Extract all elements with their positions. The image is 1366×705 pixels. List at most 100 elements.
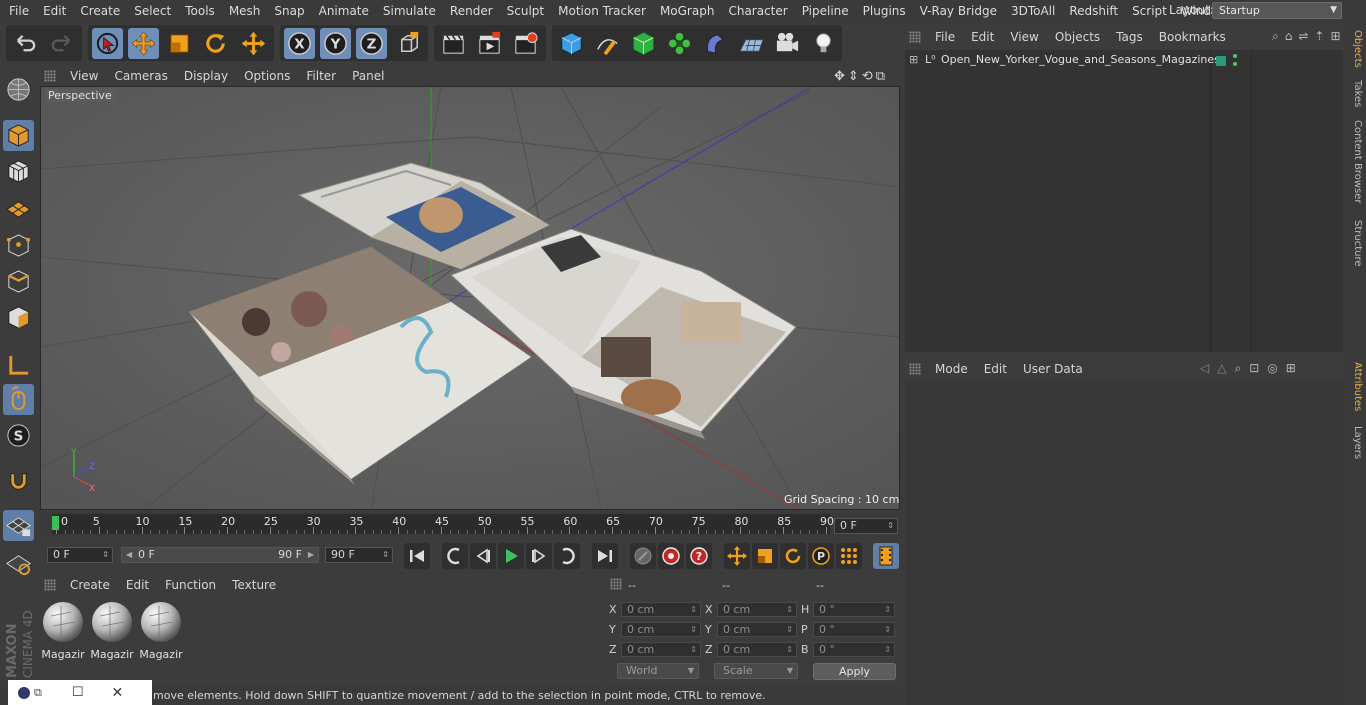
render-visibility-dot[interactable] bbox=[1233, 62, 1237, 66]
arrow-up-icon[interactable]: ⇡ bbox=[1314, 29, 1324, 44]
coordinate-system-button[interactable] bbox=[394, 28, 425, 59]
object-menu-view[interactable]: View bbox=[1002, 30, 1046, 44]
pen-spline-button[interactable] bbox=[592, 28, 623, 59]
coordinate-value-field[interactable]: 0 cm ⇕ bbox=[621, 622, 701, 637]
grip-handle[interactable] bbox=[44, 579, 56, 591]
object-menu-edit[interactable]: Edit bbox=[963, 30, 1002, 44]
object-list[interactable] bbox=[905, 50, 1343, 352]
back-arrow-icon[interactable]: ◁ bbox=[1200, 361, 1209, 376]
scale-mode-select[interactable]: Scale ▼ bbox=[714, 663, 798, 679]
chevron-left-icon[interactable]: ◀ bbox=[126, 548, 132, 562]
coordinate-value-field[interactable]: 0 cm ⇕ bbox=[717, 622, 797, 637]
polygons-mode-button[interactable] bbox=[3, 302, 34, 333]
menu-snap[interactable]: Snap bbox=[267, 0, 311, 22]
chevron-right-icon[interactable]: ▶ bbox=[308, 548, 314, 562]
undo-button[interactable] bbox=[10, 28, 41, 59]
object-menu-file[interactable]: File bbox=[927, 30, 963, 44]
menu-tools[interactable]: Tools bbox=[178, 0, 222, 22]
dolly-view-icon[interactable]: ⇕ bbox=[848, 69, 859, 84]
cloner-button[interactable] bbox=[664, 28, 695, 59]
menu-v-ray-bridge[interactable]: V-Ray Bridge bbox=[913, 0, 1004, 22]
side-tab-attributes[interactable]: Attributes bbox=[1347, 362, 1363, 411]
viewport-menu-filter[interactable]: Filter bbox=[298, 69, 344, 83]
cube-object-button[interactable] bbox=[556, 28, 587, 59]
spinner-icon[interactable]: ⇕ bbox=[884, 603, 891, 616]
go-to-start-button[interactable] bbox=[404, 543, 430, 569]
material-menu-texture[interactable]: Texture bbox=[224, 578, 284, 592]
make-editable-button[interactable] bbox=[3, 74, 34, 105]
coordinate-mode-select[interactable]: World ▼ bbox=[617, 663, 699, 679]
coordinate-value-field[interactable]: 0 ° ⇕ bbox=[813, 642, 895, 657]
menu-plugins[interactable]: Plugins bbox=[856, 0, 913, 22]
viewport-menu-view[interactable]: View bbox=[62, 69, 106, 83]
grip-handle[interactable] bbox=[909, 363, 921, 375]
link-icon[interactable]: ⇌ bbox=[1298, 29, 1308, 44]
transform-tool-button[interactable] bbox=[238, 28, 269, 59]
viewport-menu-cameras[interactable]: Cameras bbox=[106, 69, 175, 83]
menu-sculpt[interactable]: Sculpt bbox=[500, 0, 551, 22]
new-window-icon[interactable]: ⊞ bbox=[1286, 361, 1296, 376]
menu-mograph[interactable]: MoGraph bbox=[653, 0, 722, 22]
side-tab-structure[interactable]: Structure bbox=[1347, 220, 1363, 267]
viewport-menu-display[interactable]: Display bbox=[176, 69, 236, 83]
menu-mesh[interactable]: Mesh bbox=[222, 0, 268, 22]
material-menu-create[interactable]: Create bbox=[62, 578, 118, 592]
current-frame-field[interactable]: 0 F ⇕ bbox=[834, 518, 898, 534]
maximize-window-icon[interactable]: ☐ bbox=[72, 685, 84, 700]
previous-key-button[interactable] bbox=[442, 543, 468, 569]
close-window-icon[interactable]: ✕ bbox=[112, 685, 124, 701]
subdivision-surface-button[interactable] bbox=[628, 28, 659, 59]
scale-tool-button[interactable] bbox=[164, 28, 195, 59]
texture-mode-button[interactable] bbox=[3, 156, 34, 187]
grip-handle[interactable] bbox=[610, 578, 622, 590]
search-icon[interactable]: ⌕ bbox=[1272, 29, 1279, 44]
grip-handle[interactable] bbox=[909, 31, 921, 43]
axis-mode-button[interactable] bbox=[3, 350, 34, 381]
deformer-button[interactable] bbox=[700, 28, 731, 59]
coordinate-value-field[interactable]: 0 cm ⇕ bbox=[717, 642, 797, 657]
end-frame-field[interactable]: 90 F ⇕ bbox=[325, 547, 393, 563]
move-view-icon[interactable]: ✥ bbox=[834, 69, 845, 84]
render-picture-viewer-button[interactable] bbox=[474, 28, 505, 59]
key-position-button[interactable] bbox=[724, 543, 750, 569]
spinner-icon[interactable]: ⇕ bbox=[884, 643, 891, 656]
side-tab-layers[interactable]: Layers bbox=[1347, 426, 1363, 459]
home-icon[interactable]: ⌂ bbox=[1285, 29, 1293, 44]
menu-create[interactable]: Create bbox=[73, 0, 127, 22]
side-tab-content-browser[interactable]: Content Browser bbox=[1347, 120, 1363, 203]
menu-redshift[interactable]: Redshift bbox=[1062, 0, 1125, 22]
side-tab-objects[interactable]: Objects bbox=[1347, 30, 1363, 68]
magnet-button[interactable] bbox=[3, 466, 34, 497]
apply-button[interactable]: Apply bbox=[813, 663, 896, 680]
menu-pipeline[interactable]: Pipeline bbox=[795, 0, 856, 22]
spinner-icon[interactable]: ⇕ bbox=[102, 548, 109, 562]
object-menu-objects[interactable]: Objects bbox=[1047, 30, 1108, 44]
spinner-icon[interactable]: ⇕ bbox=[884, 623, 891, 636]
side-tab-takes[interactable]: Takes bbox=[1347, 80, 1363, 107]
z-axis-lock-button[interactable]: Z bbox=[356, 28, 387, 59]
up-arrow-icon[interactable]: △ bbox=[1217, 361, 1226, 376]
go-to-end-button[interactable] bbox=[592, 543, 618, 569]
coordinate-value-field[interactable]: 0 cm ⇕ bbox=[717, 602, 797, 617]
restore-window-icon[interactable]: ⧉ bbox=[34, 686, 42, 700]
rotate-tool-button[interactable] bbox=[200, 28, 231, 59]
menu-edit[interactable]: Edit bbox=[36, 0, 73, 22]
coordinate-value-field[interactable]: 0 ° ⇕ bbox=[813, 622, 895, 637]
perspective-viewport[interactable]: Y Z X bbox=[40, 86, 900, 510]
menu-file[interactable]: File bbox=[2, 0, 36, 22]
material-menu-function[interactable]: Function bbox=[157, 578, 224, 592]
attribute-menu-user-data[interactable]: User Data bbox=[1015, 362, 1091, 376]
move-tool-button[interactable] bbox=[128, 28, 159, 59]
spinner-icon[interactable]: ⇕ bbox=[786, 643, 793, 656]
viewport-menu-panel[interactable]: Panel bbox=[344, 69, 392, 83]
floor-environment-button[interactable] bbox=[736, 28, 767, 59]
edges-mode-button[interactable] bbox=[3, 266, 34, 297]
key-pla-button[interactable] bbox=[836, 543, 862, 569]
spinner-icon[interactable]: ⇕ bbox=[382, 548, 389, 562]
spinner-icon[interactable]: ⇕ bbox=[690, 643, 697, 656]
key-parameter-button[interactable]: P bbox=[808, 543, 834, 569]
viewport-menu-options[interactable]: Options bbox=[236, 69, 298, 83]
layer-color-swatch[interactable] bbox=[1216, 56, 1226, 66]
attribute-menu-edit[interactable]: Edit bbox=[976, 362, 1015, 376]
menu-script[interactable]: Script bbox=[1125, 0, 1174, 22]
